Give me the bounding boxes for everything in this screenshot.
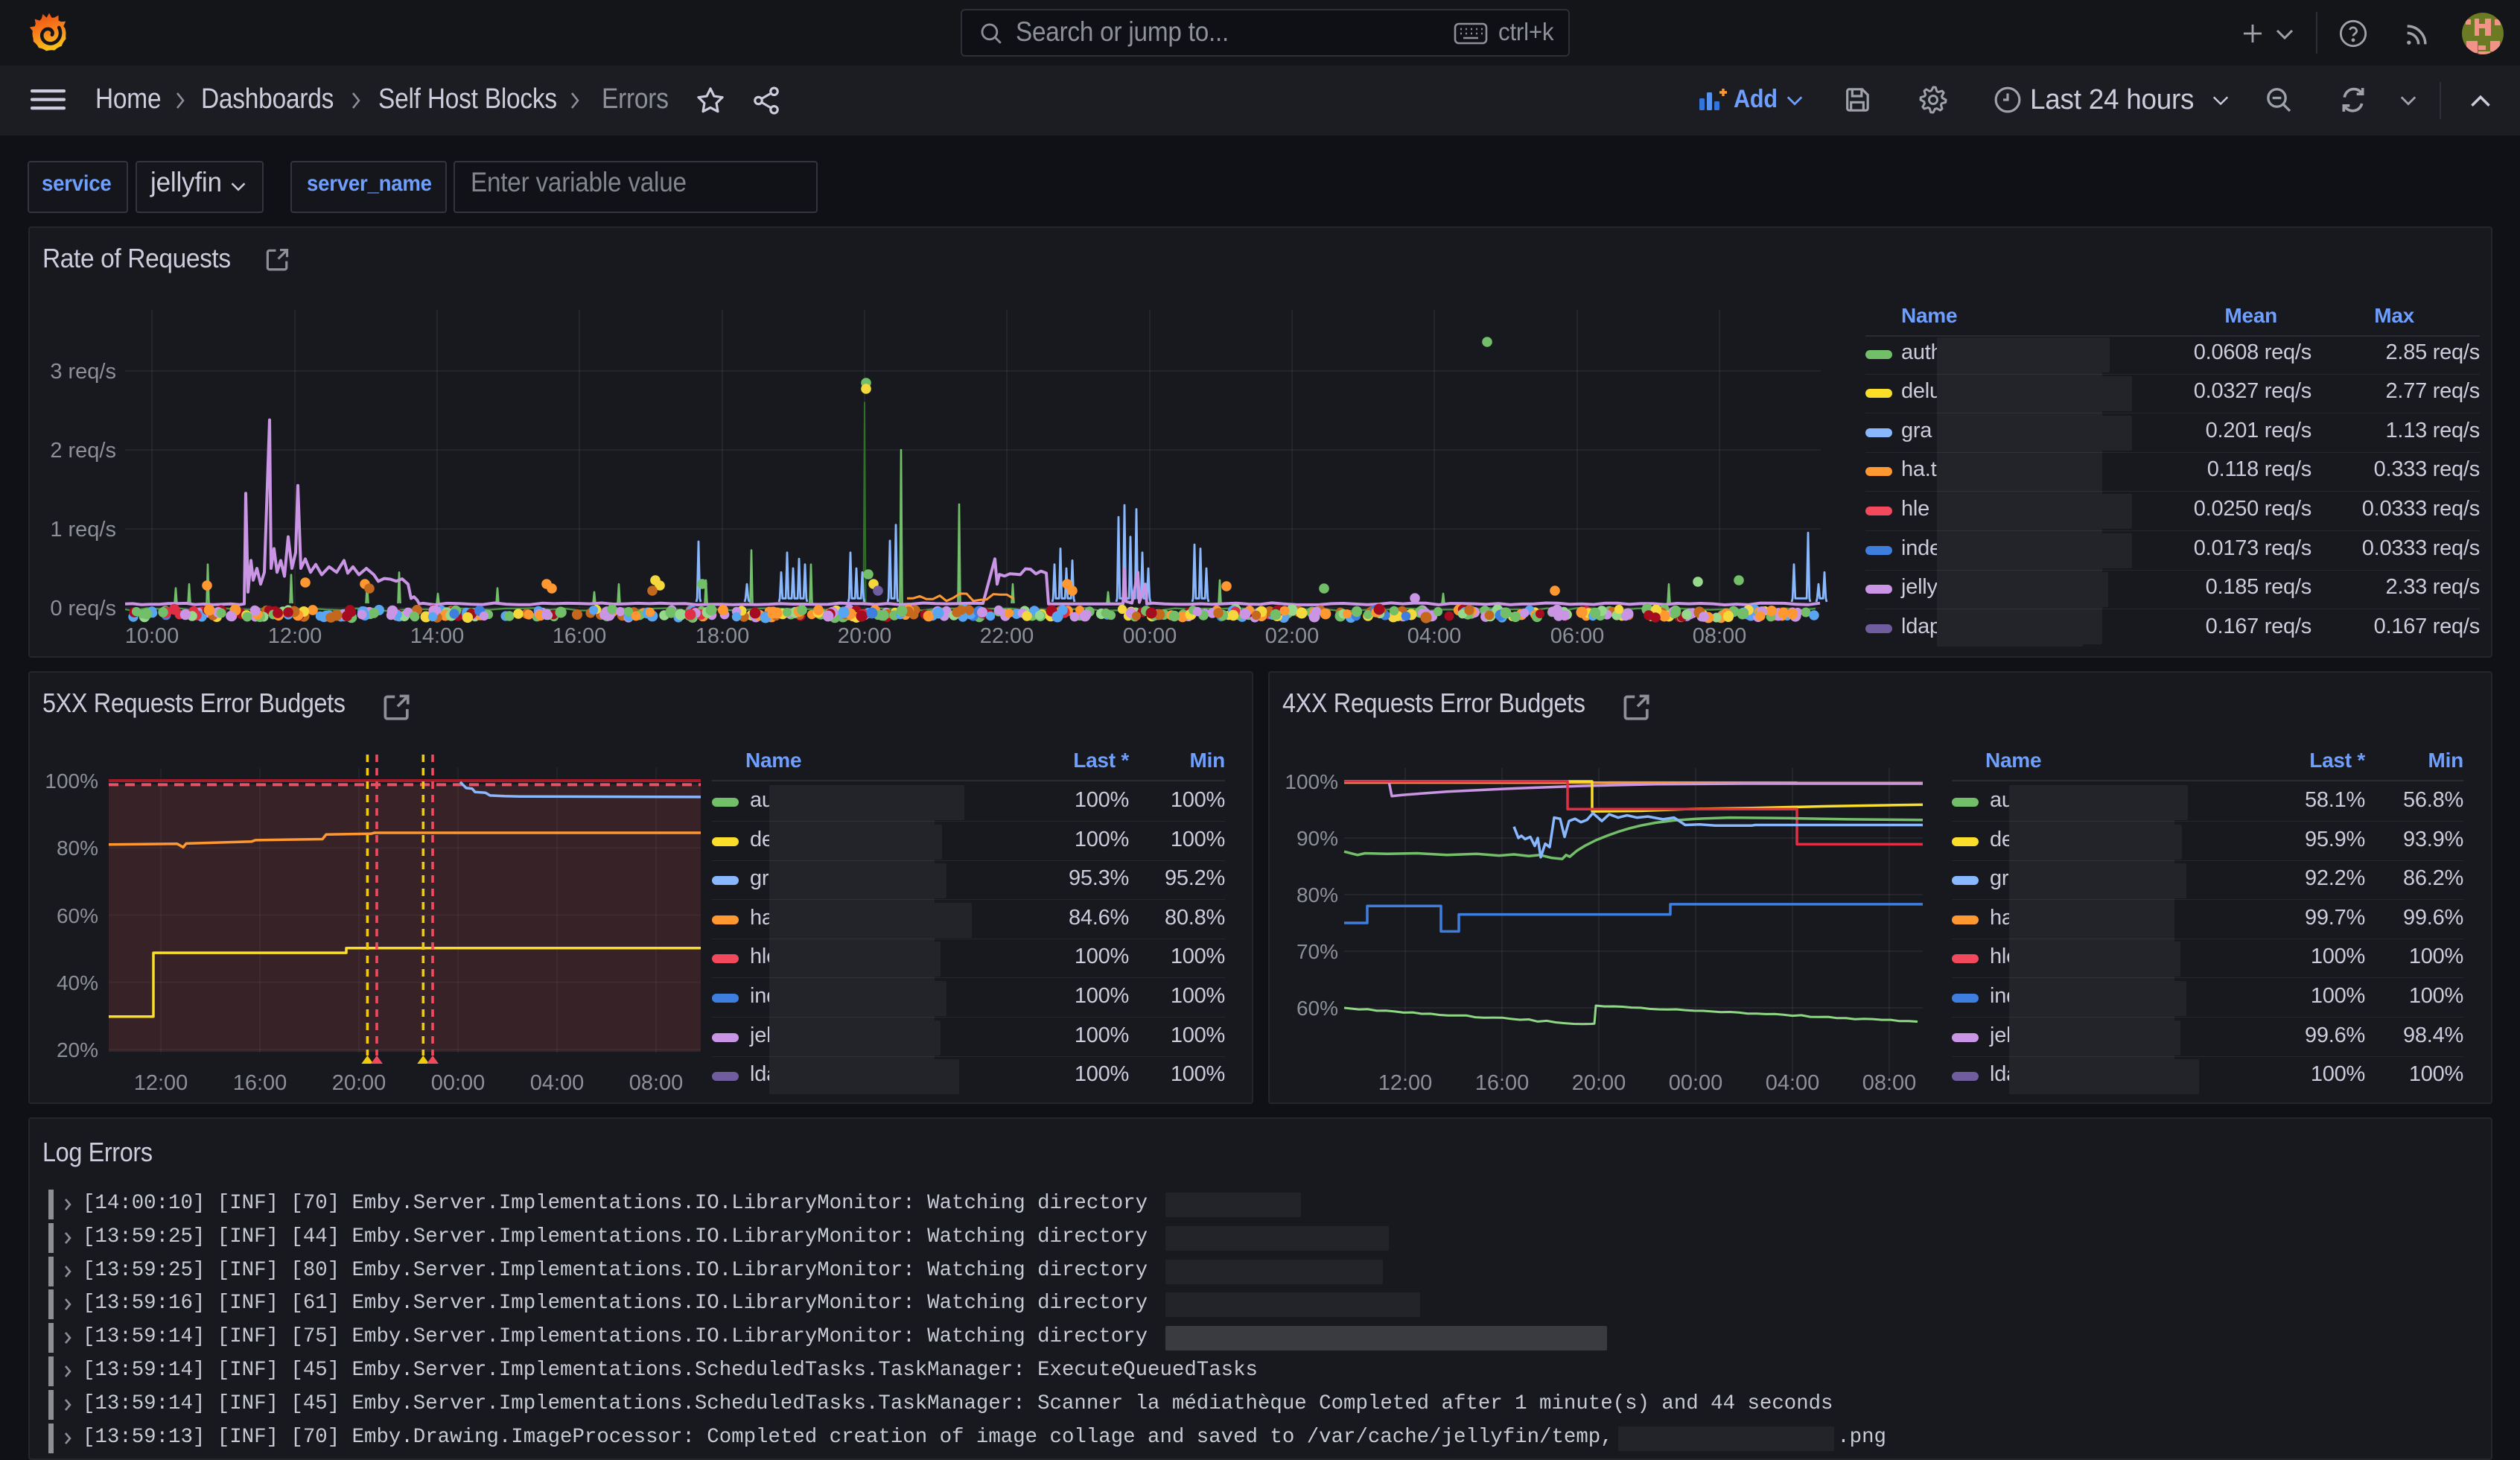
svg-text:12:00: 12:00: [268, 624, 322, 648]
svg-text:14:00: 14:00: [410, 624, 465, 648]
svg-text:10:00: 10:00: [125, 624, 179, 648]
svg-text:00:00: 00:00: [1123, 624, 1177, 648]
svg-text:3 req/s: 3 req/s: [50, 360, 116, 384]
svg-text:16:00: 16:00: [553, 624, 607, 648]
svg-text:20:00: 20:00: [838, 624, 892, 648]
svg-text:22:00: 22:00: [980, 624, 1034, 648]
svg-text:1 req/s: 1 req/s: [50, 518, 116, 542]
svg-text:2 req/s: 2 req/s: [50, 439, 116, 463]
svg-text:0 req/s: 0 req/s: [50, 597, 116, 620]
svg-text:18:00: 18:00: [696, 624, 750, 648]
